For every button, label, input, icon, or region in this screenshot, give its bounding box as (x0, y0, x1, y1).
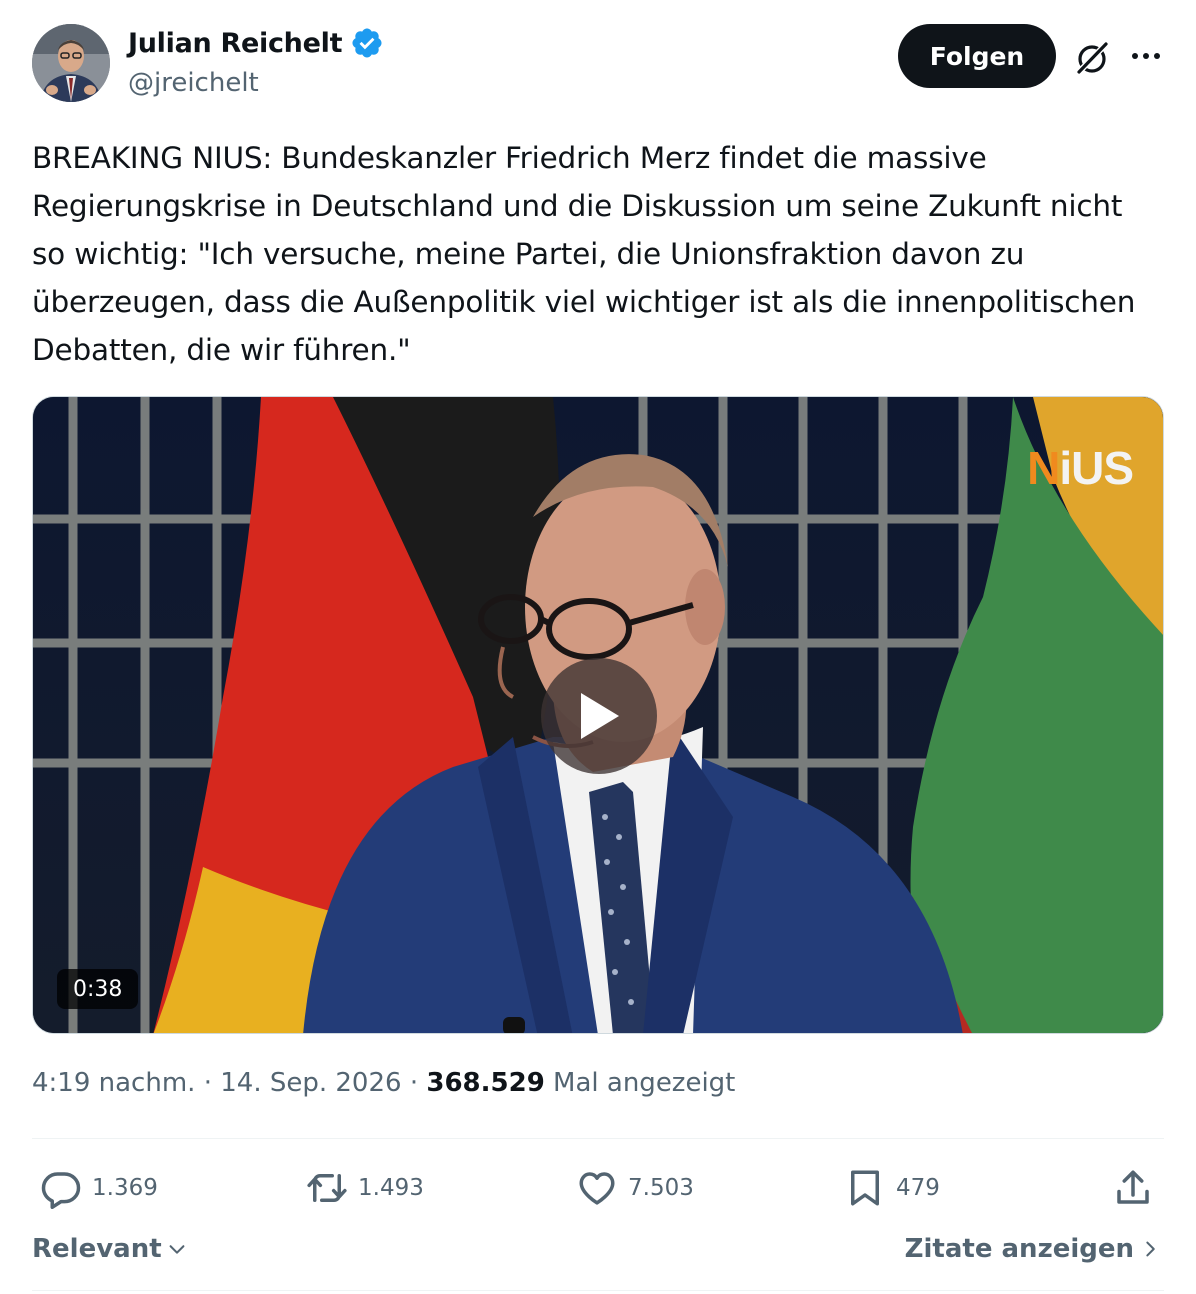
repost-count: 1.493 (358, 1175, 424, 1201)
tweet-text: BREAKING NIUS: Bundeskanzler Friedrich M… (32, 141, 1136, 367)
view-quotes-link[interactable]: Zitate anzeigen (905, 1234, 1160, 1264)
sort-label: Relevant (32, 1234, 162, 1264)
repost-button[interactable]: 1.493 (306, 1160, 424, 1216)
chevron-right-icon (1146, 1241, 1155, 1257)
bookmark-button[interactable]: 479 (844, 1160, 940, 1216)
divider (32, 1138, 1164, 1139)
reply-icon (41, 1172, 81, 1209)
action-bar: 1.369 1.493 7.503 479 (32, 1160, 1164, 1216)
avatar[interactable] (32, 24, 110, 102)
play-icon (581, 693, 619, 739)
author-handle[interactable]: @jreichelt (128, 68, 259, 98)
nius-logo: NiUS (1027, 442, 1134, 494)
like-count: 7.503 (628, 1175, 694, 1201)
quotes-label: Zitate anzeigen (904, 1234, 1134, 1264)
bookmark-count: 479 (896, 1175, 940, 1201)
video-player[interactable]: NiUS 0:38 (32, 396, 1164, 1034)
tweet-date[interactable]: 14. Sep. 2026 (220, 1068, 401, 1098)
like-icon (579, 1172, 615, 1205)
meta-separator: · (203, 1068, 212, 1098)
chevron-down-icon (169, 1245, 185, 1254)
grok-icon[interactable] (1072, 38, 1112, 78)
verified-badge-icon (352, 28, 382, 58)
follow-button[interactable]: Folgen (898, 24, 1056, 88)
reply-button[interactable]: 1.369 (40, 1160, 158, 1216)
sort-replies-dropdown[interactable]: Relevant (32, 1234, 188, 1264)
more-icon[interactable] (1128, 38, 1164, 74)
video-duration: 0:38 (57, 969, 139, 1009)
bookmark-icon (851, 1170, 879, 1206)
divider (32, 1290, 1164, 1291)
tweet-time[interactable]: 4:19 nachm. (32, 1068, 195, 1098)
author-name[interactable]: Julian Reichelt (128, 26, 384, 60)
like-button[interactable]: 7.503 (576, 1160, 694, 1216)
view-count: 368.529 (426, 1068, 545, 1098)
repost-icon (307, 1174, 347, 1202)
play-button[interactable] (541, 658, 657, 774)
tweet-meta: 4:19 nachm. · 14. Sep. 2026 · 368.529 Ma… (32, 1068, 735, 1098)
meta-separator: · (409, 1068, 419, 1098)
author-name-text[interactable]: Julian Reichelt (128, 28, 342, 59)
share-icon (1117, 1170, 1149, 1204)
view-count-label: Mal angezeigt (553, 1068, 736, 1098)
share-button[interactable] (1112, 1160, 1154, 1216)
reply-count: 1.369 (92, 1175, 158, 1201)
tweet-header: Julian Reichelt @jreichelt Folgen (32, 24, 1164, 106)
